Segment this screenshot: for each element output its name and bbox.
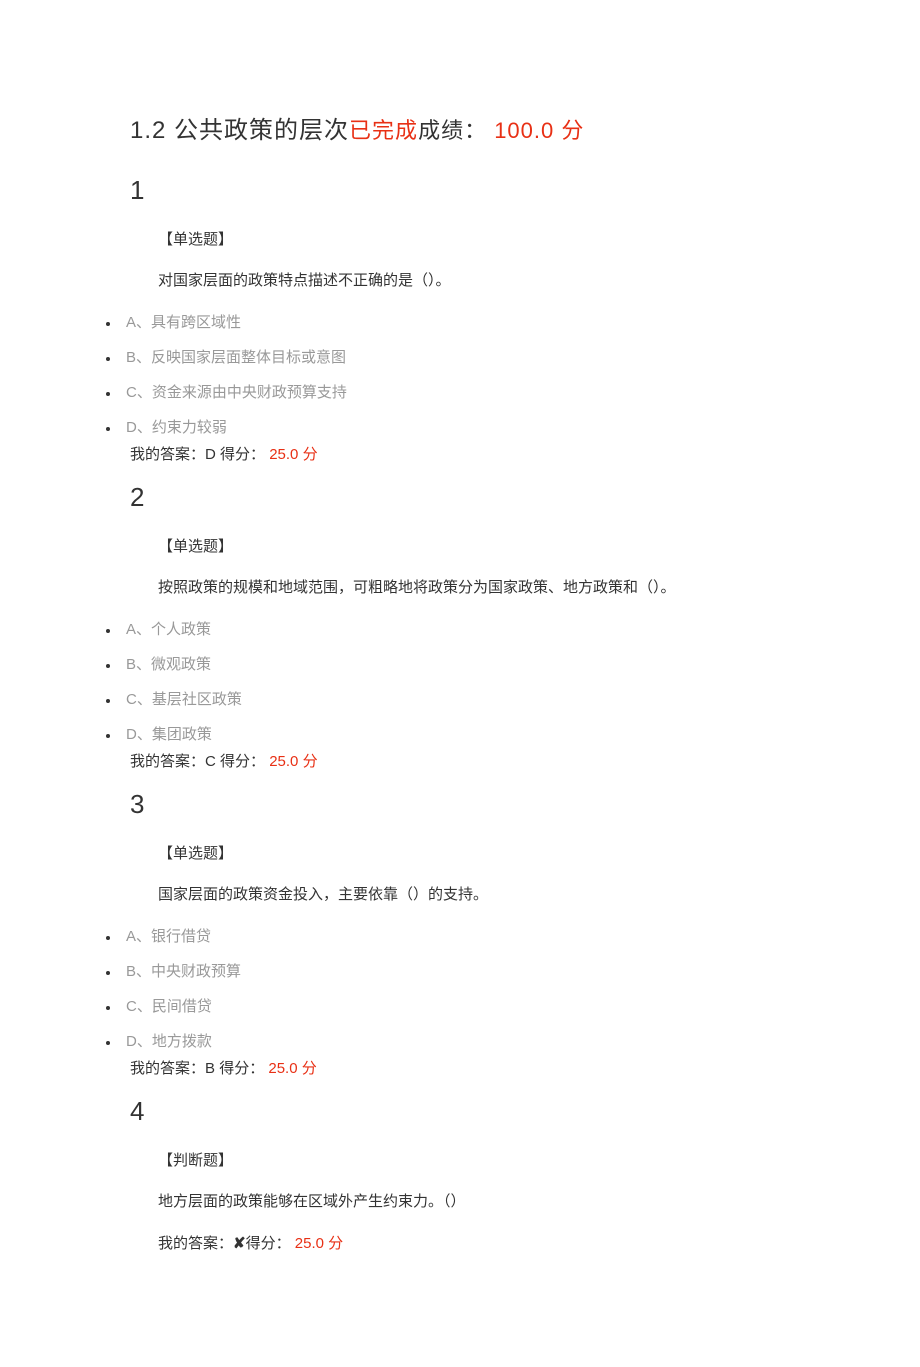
option-text: 民间借贷 bbox=[152, 998, 212, 1015]
points-unit: 分 bbox=[298, 1060, 317, 1077]
option-item: D、地方拨款 bbox=[120, 1030, 820, 1051]
question-number: 4 bbox=[130, 1096, 820, 1127]
option-letter: A、 bbox=[126, 621, 151, 638]
answer-line: 我的答案：D 得分： 25.0 分 bbox=[130, 443, 820, 464]
points-value: 25.0 bbox=[265, 446, 298, 463]
option-list: A、银行借贷 B、中央财政预算 C、民间借贷 D、地方拨款 bbox=[102, 925, 820, 1051]
option-letter: B、 bbox=[126, 349, 151, 366]
option-item: A、银行借贷 bbox=[120, 925, 820, 946]
question-type: 【单选题】 bbox=[158, 842, 820, 863]
option-text: 约束力较弱 bbox=[152, 419, 227, 436]
points-unit: 分 bbox=[324, 1235, 343, 1252]
option-text: 反映国家层面整体目标或意图 bbox=[151, 349, 346, 366]
answer-value: B bbox=[205, 1060, 215, 1077]
option-text: 集团政策 bbox=[152, 726, 212, 743]
option-text: 资金来源由中央财政预算支持 bbox=[152, 384, 347, 401]
option-text: 个人政策 bbox=[151, 621, 211, 638]
points-value: 25.0 bbox=[265, 753, 298, 770]
question-number: 2 bbox=[130, 482, 820, 513]
option-item: B、微观政策 bbox=[120, 653, 820, 674]
option-letter: B、 bbox=[126, 963, 151, 980]
option-item: A、个人政策 bbox=[120, 618, 820, 639]
option-text: 微观政策 bbox=[151, 656, 211, 673]
option-letter: C、 bbox=[126, 998, 152, 1015]
option-item: D、约束力较弱 bbox=[120, 416, 820, 437]
score-value: 100.0 bbox=[487, 118, 554, 143]
answer-label: 我的答案： bbox=[158, 1235, 233, 1252]
option-letter: A、 bbox=[126, 928, 151, 945]
answer-mark-icon: ✘ bbox=[233, 1235, 246, 1252]
option-text: 地方拨款 bbox=[152, 1033, 212, 1050]
points-label: 得分： bbox=[246, 1235, 291, 1252]
section-title-text: 公共政策的层次 bbox=[166, 117, 349, 144]
points-value: 25.0 bbox=[264, 1060, 297, 1077]
points-unit: 分 bbox=[298, 753, 317, 770]
option-letter: A、 bbox=[126, 314, 151, 331]
page-title: 1.2 公共政策的层次已完成成绩： 100.0 分 bbox=[130, 110, 820, 145]
option-letter: C、 bbox=[126, 691, 152, 708]
question-stem: 按照政策的规模和地域范围，可粗略地将政策分为国家政策、地方政策和（）。 bbox=[158, 576, 820, 600]
points-value: 25.0 bbox=[291, 1235, 324, 1252]
section-number: 1.2 bbox=[130, 117, 166, 144]
answer-line: 我的答案：C 得分： 25.0 分 bbox=[130, 750, 820, 771]
question-stem: 对国家层面的政策特点描述不正确的是（）。 bbox=[158, 269, 820, 293]
points-label: 得分： bbox=[215, 1060, 264, 1077]
question-stem: 地方层面的政策能够在区域外产生约束力。（） bbox=[158, 1190, 820, 1214]
option-text: 具有跨区域性 bbox=[151, 314, 241, 331]
question-stem: 国家层面的政策资金投入，主要依靠（）的支持。 bbox=[158, 883, 820, 907]
option-letter: B、 bbox=[126, 656, 151, 673]
option-item: C、资金来源由中央财政预算支持 bbox=[120, 381, 820, 402]
option-letter: D、 bbox=[126, 1033, 152, 1050]
answer-label: 我的答案： bbox=[130, 1060, 205, 1077]
points-label: 得分： bbox=[216, 446, 265, 463]
score-label: 成绩： bbox=[418, 118, 487, 143]
answer-value: D bbox=[205, 446, 216, 463]
option-letter: C、 bbox=[126, 384, 152, 401]
question-type: 【判断题】 bbox=[158, 1149, 820, 1170]
points-unit: 分 bbox=[298, 446, 317, 463]
status-text: 已完成 bbox=[349, 118, 418, 143]
answer-value: C bbox=[205, 753, 216, 770]
answer-line: 我的答案：B 得分： 25.0 分 bbox=[130, 1057, 820, 1078]
points-label: 得分： bbox=[216, 753, 265, 770]
option-letter: D、 bbox=[126, 726, 152, 743]
option-list: A、具有跨区域性 B、反映国家层面整体目标或意图 C、资金来源由中央财政预算支持… bbox=[102, 311, 820, 437]
option-letter: D、 bbox=[126, 419, 152, 436]
option-text: 银行借贷 bbox=[151, 928, 211, 945]
answer-line: 我的答案：✘得分： 25.0 分 bbox=[158, 1232, 820, 1253]
answer-label: 我的答案： bbox=[130, 753, 205, 770]
score-unit: 分 bbox=[554, 118, 584, 143]
option-item: D、集团政策 bbox=[120, 723, 820, 744]
answer-label: 我的答案： bbox=[130, 446, 205, 463]
option-text: 基层社区政策 bbox=[152, 691, 242, 708]
question-type: 【单选题】 bbox=[158, 228, 820, 249]
option-item: B、反映国家层面整体目标或意图 bbox=[120, 346, 820, 367]
option-list: A、个人政策 B、微观政策 C、基层社区政策 D、集团政策 bbox=[102, 618, 820, 744]
option-item: A、具有跨区域性 bbox=[120, 311, 820, 332]
option-text: 中央财政预算 bbox=[151, 963, 241, 980]
question-type: 【单选题】 bbox=[158, 535, 820, 556]
question-number: 1 bbox=[130, 175, 820, 206]
question-number: 3 bbox=[130, 789, 820, 820]
option-item: C、民间借贷 bbox=[120, 995, 820, 1016]
option-item: C、基层社区政策 bbox=[120, 688, 820, 709]
option-item: B、中央财政预算 bbox=[120, 960, 820, 981]
